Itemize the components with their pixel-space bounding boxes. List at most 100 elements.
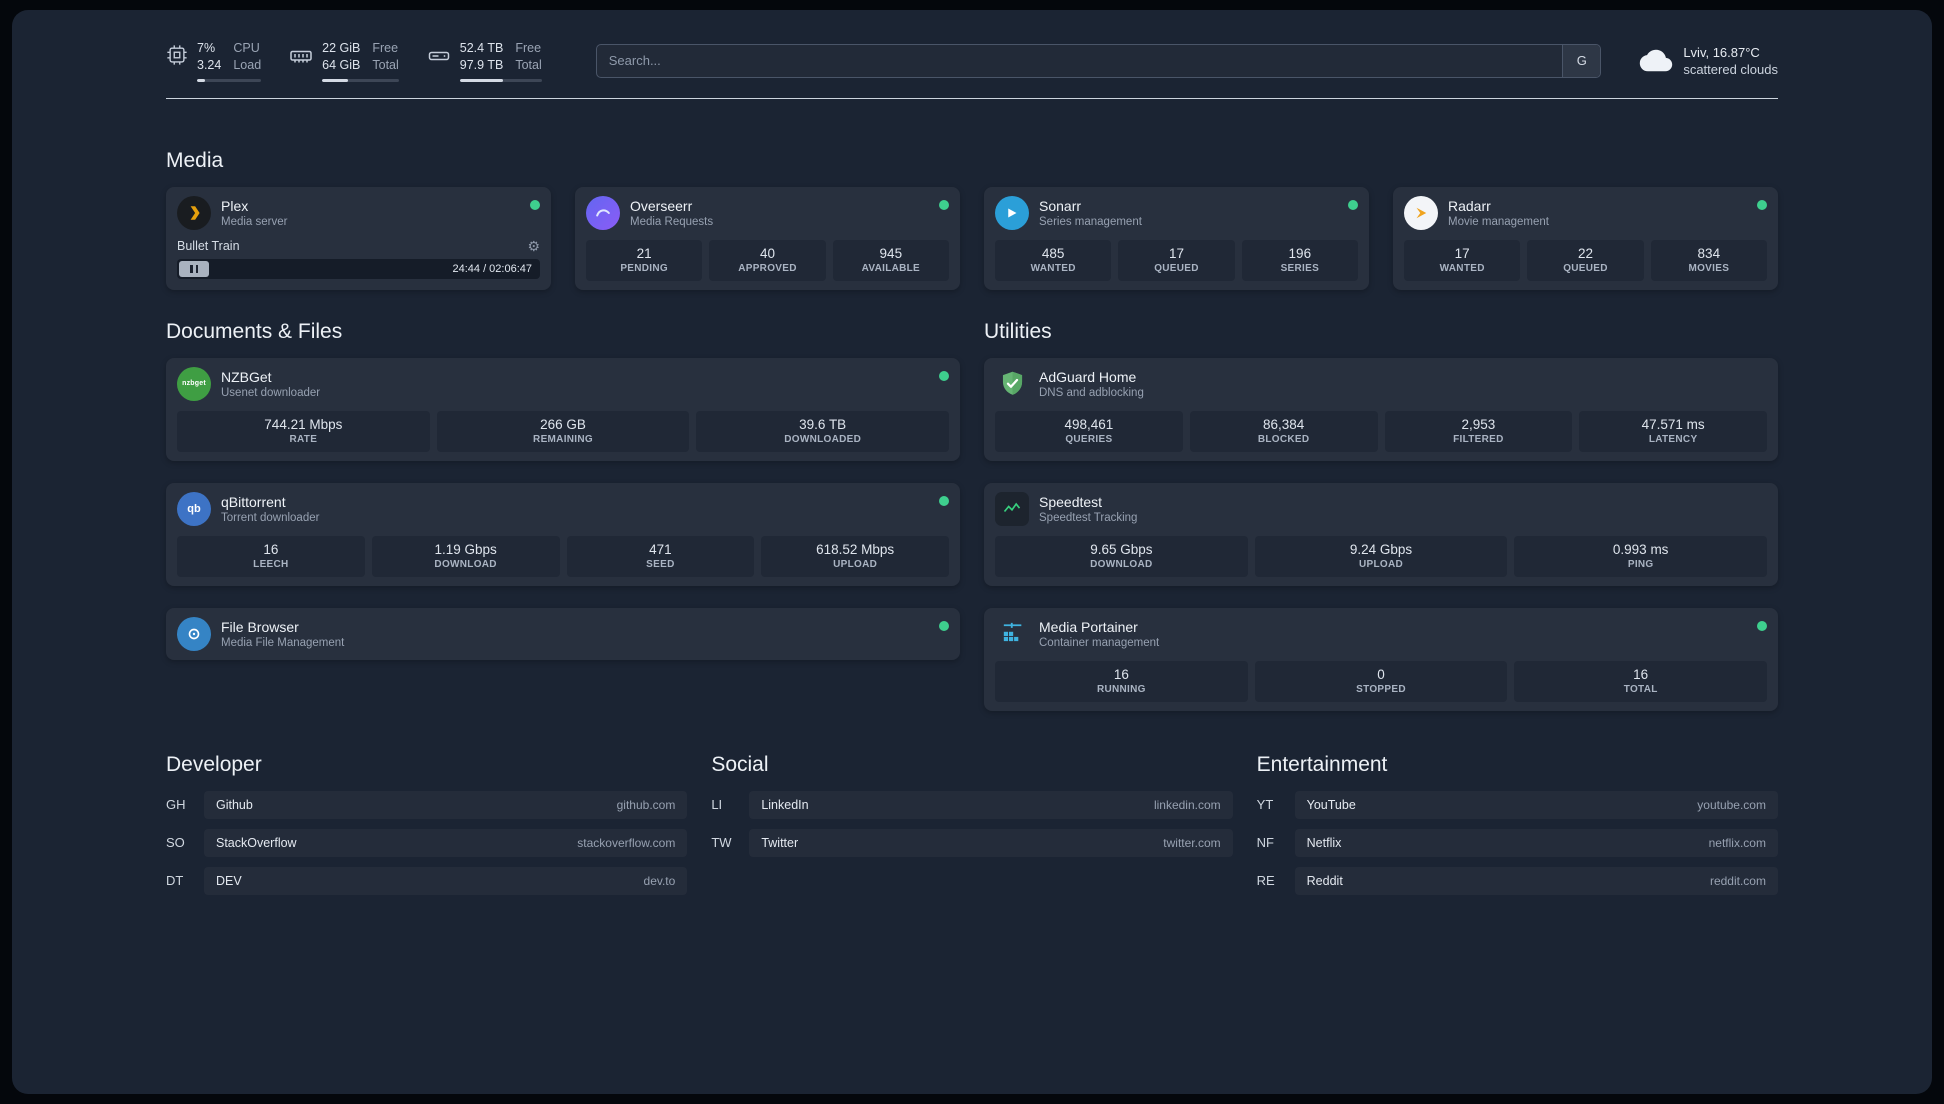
- bookmark-dev[interactable]: DT DEV dev.to: [166, 866, 688, 895]
- bookmark-domain: youtube.com: [1697, 797, 1766, 812]
- service-card-qbittorrent[interactable]: qb qBittorrent Torrent downloader 16 LEE…: [166, 482, 960, 586]
- cpu-usage-value: 7%: [197, 41, 216, 55]
- service-subtitle: Media File Management: [221, 636, 345, 649]
- service-subtitle: Speedtest Tracking: [1039, 511, 1138, 524]
- search-provider-button[interactable]: G: [1562, 44, 1601, 77]
- plex-icon: [177, 195, 211, 230]
- bookmark-domain: twitter.com: [1163, 835, 1221, 850]
- status-dot: [939, 370, 949, 381]
- service-card-plex[interactable]: Plex Media server Bullet Train ⚙ 24:44 /…: [166, 186, 551, 290]
- bookmark-abbr: SO: [166, 835, 185, 851]
- stat-remaining: 266 GB REMAINING: [436, 410, 690, 452]
- playback-time: 24:44 / 02:06:47: [452, 262, 532, 275]
- service-card-overseerr[interactable]: Overseerr Media Requests 21 PENDING 40 A…: [575, 186, 960, 290]
- cpu-load-value: 3.24: [197, 57, 222, 72]
- service-subtitle: Movie management: [1448, 215, 1549, 228]
- stat-pending: 21 PENDING: [586, 239, 703, 281]
- filebrowser-icon: [177, 616, 211, 651]
- service-card-portainer[interactable]: Media Portainer Container management 16 …: [984, 607, 1778, 711]
- weather-widget[interactable]: Lviv, 16.87°C scattered clouds: [1639, 45, 1778, 77]
- service-card-sonarr[interactable]: Sonarr Series management 485 WANTED 17 Q…: [984, 186, 1369, 290]
- stat-stopped: 0 STOPPED: [1254, 660, 1508, 702]
- stat-total: 16 TOTAL: [1514, 660, 1768, 702]
- gear-icon[interactable]: ⚙: [527, 239, 540, 253]
- service-subtitle: Media Requests: [630, 215, 714, 228]
- stat-filtered: 2,953 FILTERED: [1384, 410, 1573, 452]
- section-utilities: Utilities AdGuard Home DNS and adblockin…: [984, 320, 1778, 711]
- service-subtitle: DNS and adblocking: [1039, 386, 1144, 399]
- stat-leech: 16 LEECH: [177, 535, 365, 577]
- bookmark-youtube[interactable]: YT YouTube youtube.com: [1256, 790, 1778, 819]
- playback-progress-bar[interactable]: 24:44 / 02:06:47: [177, 258, 540, 279]
- section-title-utilities: Utilities: [984, 319, 1052, 343]
- disk-total-label: Total: [515, 57, 542, 72]
- status-dot: [530, 199, 540, 210]
- service-card-filebrowser[interactable]: File Browser Media File Management: [166, 607, 960, 660]
- service-card-nzbget[interactable]: nzbget NZBGet Usenet downloader 744.21 M…: [166, 357, 960, 461]
- bookmark-abbr: NF: [1256, 835, 1274, 851]
- service-subtitle: Media server: [221, 215, 288, 228]
- bookmark-name: LinkedIn: [761, 797, 809, 812]
- bookmark-domain: reddit.com: [1709, 873, 1766, 888]
- section-media: Media Plex Media server Bullet Train ⚙ 2…: [166, 149, 1778, 290]
- weather-location: Lviv, 16.87°C: [1683, 44, 1760, 60]
- section-title-developer: Developer: [166, 752, 262, 776]
- memory-resource-widget: 22 GiB 64 GiB Free Total: [289, 40, 399, 82]
- service-title: qBittorrent: [221, 493, 286, 510]
- stat-series: 196 SERIES: [1241, 239, 1358, 281]
- memory-free-value: 22 GiB: [322, 41, 361, 55]
- bookmark-stackoverflow[interactable]: SO StackOverflow stackoverflow.com: [166, 828, 688, 857]
- stat-upload: 9.24 Gbps UPLOAD: [1254, 535, 1508, 577]
- bookmark-domain: dev.to: [643, 873, 676, 888]
- stat-download: 9.65 Gbps DOWNLOAD: [995, 535, 1248, 577]
- section-documents: Documents & Files nzbget NZBGet Usenet d…: [166, 320, 960, 660]
- service-card-speedtest[interactable]: Speedtest Speedtest Tracking 9.65 Gbps D…: [984, 482, 1778, 586]
- memory-free-label: Free: [372, 41, 399, 55]
- bookmark-group-entertainment: Entertainment YT YouTube youtube.com NF …: [1257, 753, 1778, 905]
- service-title: NZBGet: [221, 368, 272, 385]
- service-card-adguard[interactable]: AdGuard Home DNS and adblocking 498,461 …: [984, 357, 1778, 461]
- stat-upload: 618.52 Mbps UPLOAD: [761, 535, 949, 577]
- bookmark-twitter[interactable]: TW Twitter twitter.com: [711, 828, 1233, 857]
- bookmark-github[interactable]: GH Github github.com: [166, 790, 688, 819]
- dashboard-page: 7% 3.24 CPU Load 22 GiB 64 GiB Free Tota…: [12, 10, 1932, 1094]
- service-subtitle: Container management: [1039, 636, 1160, 649]
- bookmark-domain: stackoverflow.com: [577, 835, 676, 850]
- disk-resource-widget: 52.4 TB 97.9 TB Free Total: [427, 40, 542, 82]
- status-dot: [939, 620, 949, 631]
- service-card-radarr[interactable]: Radarr Movie management 17 WANTED 22 QUE…: [1393, 186, 1778, 290]
- bookmark-netflix[interactable]: NF Netflix netflix.com: [1256, 828, 1778, 857]
- screen: 7% 3.24 CPU Load 22 GiB 64 GiB Free Tota…: [0, 0, 1944, 1104]
- speedtest-icon: [995, 491, 1029, 526]
- disk-progress-bar: [459, 78, 542, 82]
- bookmark-domain: linkedin.com: [1153, 797, 1221, 812]
- bookmark-group-developer: Developer GH Github github.com SO StackO…: [166, 752, 688, 905]
- stat-downloaded: 39.6 TB DOWNLOADED: [696, 410, 950, 452]
- pause-button[interactable]: [179, 260, 209, 277]
- cpu-resource-widget: 7% 3.24 CPU Load: [166, 40, 262, 82]
- service-title: Sonarr: [1039, 197, 1082, 214]
- memory-total-value: 64 GiB: [322, 57, 361, 72]
- search-bar: G: [595, 43, 1602, 78]
- service-title: Overseerr: [630, 197, 693, 214]
- section-title-media: Media: [166, 148, 224, 172]
- section-title-social: Social: [711, 752, 769, 776]
- bookmark-linkedin[interactable]: LI LinkedIn linkedin.com: [711, 790, 1233, 819]
- bookmark-domain: netflix.com: [1708, 835, 1766, 850]
- radarr-icon: [1404, 195, 1438, 230]
- topbar-divider: [166, 97, 1778, 99]
- service-title: Plex: [221, 197, 249, 214]
- stat-movies: 834 MOVIES: [1650, 239, 1767, 281]
- bookmark-abbr: YT: [1256, 797, 1274, 813]
- adguard-icon: [995, 367, 1029, 401]
- now-playing-title: Bullet Train: [177, 238, 240, 253]
- stat-wanted: 485 WANTED: [995, 239, 1112, 281]
- status-dot: [939, 495, 949, 506]
- stat-seed: 471 SEED: [566, 535, 755, 577]
- bookmark-reddit[interactable]: RE Reddit reddit.com: [1257, 866, 1778, 895]
- service-title: Speedtest: [1039, 493, 1103, 510]
- disk-total-value: 97.9 TB: [459, 57, 504, 72]
- search-input[interactable]: [595, 43, 1602, 78]
- service-subtitle: Torrent downloader: [221, 511, 320, 524]
- section-title-entertainment: Entertainment: [1256, 752, 1388, 776]
